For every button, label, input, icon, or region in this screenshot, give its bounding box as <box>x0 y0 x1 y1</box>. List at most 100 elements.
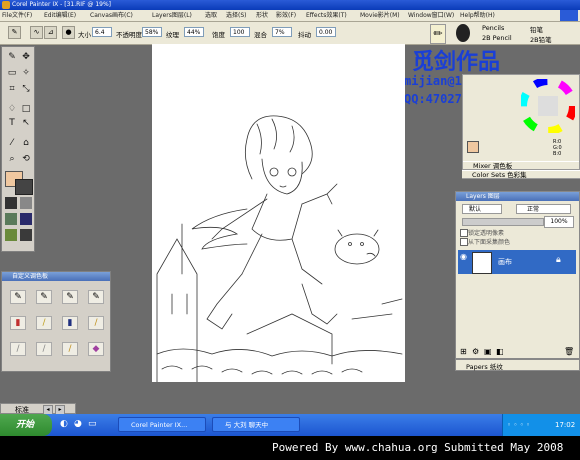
custom-brush-icon[interactable]: ✎ <box>62 290 78 304</box>
menu-help[interactable]: Help帮助(H) <box>460 11 495 20</box>
quicklaunch-ie-icon[interactable]: ◐ <box>60 419 68 429</box>
menu-window[interactable]: Window窗口(W) <box>408 11 454 20</box>
layer-opacity-field[interactable]: 100% <box>544 216 574 228</box>
pattern-selector-icon[interactable] <box>5 213 17 225</box>
new-layer-icon[interactable]: ▣ <box>484 347 492 356</box>
custom-palette: 自定义调色板 ✎ ✎ ✎ ✎ ▮ / ▮ / / / / ◆ <box>1 271 111 372</box>
delete-layer-icon[interactable]: 🗑︎ <box>564 347 574 356</box>
menu-layers[interactable]: Layers图层(L) <box>152 11 192 20</box>
look-selector-icon[interactable] <box>5 229 17 241</box>
quicklaunch-qq-icon[interactable]: ◕ <box>74 419 82 429</box>
rotate-page-icon[interactable]: ⟲ <box>20 153 32 165</box>
pencil-sketch <box>156 115 403 382</box>
custom-brush-icon[interactable]: / <box>10 342 26 356</box>
transform-icon[interactable]: ⤡ <box>20 83 32 95</box>
opacity-label: 不透明度 <box>116 31 142 39</box>
papers-panel-bar[interactable]: Papers 纸纹 <box>455 359 580 371</box>
palette-tab-bar: 标准 ◂ ▸ <box>0 403 76 415</box>
layer-thumbnail <box>472 252 492 274</box>
crop-icon[interactable]: ⌗ <box>6 83 18 95</box>
weave-selector-icon[interactable] <box>20 213 32 225</box>
magic-wand-icon[interactable]: ✧ <box>20 67 32 79</box>
custom-brush-icon[interactable]: ◆ <box>88 342 104 356</box>
custom-palette-title[interactable]: 自定义调色板 <box>2 272 110 281</box>
brush-tool-icon[interactable]: ✎ <box>8 26 21 39</box>
title-bar: Corel Painter IX - [31.RIF @ 19%] <box>0 0 580 10</box>
drawing-canvas[interactable] <box>152 44 405 382</box>
custom-brush-icon[interactable]: ✎ <box>36 290 52 304</box>
papers-label: Papers 纸纹 <box>466 363 503 371</box>
additional-color-swatch[interactable] <box>15 179 33 195</box>
custom-brush-icon[interactable]: / <box>36 342 52 356</box>
shape-select-icon[interactable]: ↖ <box>20 117 32 129</box>
color-sets-panel-bar[interactable]: Color Sets 色彩集 <box>462 170 580 179</box>
jitter-field[interactable]: 0.00 <box>316 27 336 37</box>
layer-mask-icon[interactable]: ◧ <box>496 347 504 356</box>
custom-brush-icon[interactable]: ▮ <box>62 316 78 330</box>
eye-icon[interactable]: ◉ <box>460 252 470 262</box>
menu-file[interactable]: File文件(F) <box>2 11 32 20</box>
custom-brush-icon[interactable]: ✎ <box>10 290 26 304</box>
magnifier-icon[interactable]: ⌕ <box>6 153 18 165</box>
current-color-swatch[interactable] <box>467 141 479 153</box>
menu-select-cn[interactable]: 选取 <box>205 11 217 20</box>
menu-shapes[interactable]: 形状 <box>256 11 268 20</box>
preserve-transparency-checkbox[interactable] <box>460 229 468 237</box>
mixer-panel-bar[interactable]: Mixer 调色板 <box>463 161 579 170</box>
brush-category-name[interactable]: Pencils <box>482 24 504 32</box>
layer-row-canvas[interactable]: ◉ 画布 🔒︎ <box>458 250 576 274</box>
layers-panel: Layers 图层 默认 正常 100% 锁定透明像素 从下面采集颜色 ◉ 画布… <box>455 191 580 359</box>
layer-commands-icon[interactable]: ⊞ <box>460 347 467 356</box>
custom-brush-icon[interactable]: ✎ <box>88 290 104 304</box>
taskbar-item-chat[interactable]: 与 大刘 聊天中 <box>212 417 300 432</box>
custom-brush-icon[interactable]: / <box>88 316 104 330</box>
brush-variant-name[interactable]: 2B Pencil <box>482 34 512 42</box>
paper-selector-icon[interactable] <box>5 197 17 209</box>
menu-effects[interactable]: Effects效果(T) <box>306 11 347 20</box>
layer-adjuster-icon[interactable]: ✥ <box>20 51 32 63</box>
menu-edit[interactable]: Edit编辑(E) <box>44 11 76 20</box>
custom-brush-icon[interactable]: / <box>36 316 52 330</box>
preserve-transparency-label: 锁定透明像素 <box>468 230 505 237</box>
rect-select-icon[interactable]: ▭ <box>6 67 18 79</box>
menu-canvas[interactable]: Canvas画布(C) <box>90 11 133 20</box>
composite-method-select[interactable]: 正常 <box>516 204 571 214</box>
pick-up-color-checkbox[interactable] <box>460 238 468 246</box>
stroke-straight-icon[interactable]: ⊿ <box>44 26 57 39</box>
taskbar-item-painter[interactable]: Corel Painter IX... <box>118 417 206 432</box>
opacity-field[interactable]: 58% <box>142 27 162 37</box>
bleed-field[interactable]: 7% <box>272 27 292 37</box>
layer-opacity-slider[interactable] <box>462 218 544 226</box>
layer-mode-select[interactable]: 默认 <box>462 204 502 214</box>
color-values: R:0 G:0 B:0 <box>553 139 562 157</box>
menu-select[interactable]: 选择(S) <box>226 11 247 20</box>
toolbox: ✎ ✥ ▭ ✧ ⌗ ⤡ ♢ □ T ↖ ⁄ ⌂ ⌕ ⟲ <box>1 46 35 252</box>
nozzle-selector-icon[interactable] <box>20 229 32 241</box>
gradient-selector-icon[interactable] <box>20 197 32 209</box>
brush-variant-icon[interactable] <box>456 24 470 42</box>
tray-icons[interactable]: ◦ ◦ ◦ ◦ <box>507 414 530 436</box>
start-button[interactable]: 开始 <box>0 414 52 436</box>
dab-type-icon[interactable]: ● <box>62 26 75 39</box>
custom-brush-icon[interactable]: ▮ <box>10 316 26 330</box>
pen-icon[interactable]: ♢ <box>6 103 18 115</box>
lock-icon[interactable]: 🔒︎ <box>556 255 561 265</box>
menu-movie[interactable]: Movie影片(M) <box>360 11 400 20</box>
resat-label: 饱度 <box>212 31 225 39</box>
menu-effects-cn[interactable]: 影效(F) <box>276 11 296 20</box>
resat-field[interactable]: 100 <box>230 27 250 37</box>
rectangle-shape-icon[interactable]: □ <box>20 103 32 115</box>
brush-icon[interactable]: ✎ <box>6 51 18 63</box>
dropper-icon[interactable]: ⁄ <box>6 137 18 149</box>
size-field[interactable]: 6.4 <box>92 27 112 37</box>
dynamic-plugins-icon[interactable]: ⚙ <box>472 347 479 356</box>
color-wheel[interactable] <box>521 79 575 133</box>
custom-brush-icon[interactable]: / <box>62 342 78 356</box>
layers-panel-title[interactable]: Layers 图层 <box>456 192 579 201</box>
paint-bucket-icon[interactable]: ⌂ <box>20 137 32 149</box>
pencil-category-icon[interactable]: ✏ <box>430 24 446 44</box>
stroke-freehand-icon[interactable]: ∿ <box>30 26 43 39</box>
grain-field[interactable]: 44% <box>184 27 204 37</box>
text-icon[interactable]: T <box>6 117 18 129</box>
quicklaunch-desktop-icon[interactable]: ▭ <box>88 419 97 429</box>
